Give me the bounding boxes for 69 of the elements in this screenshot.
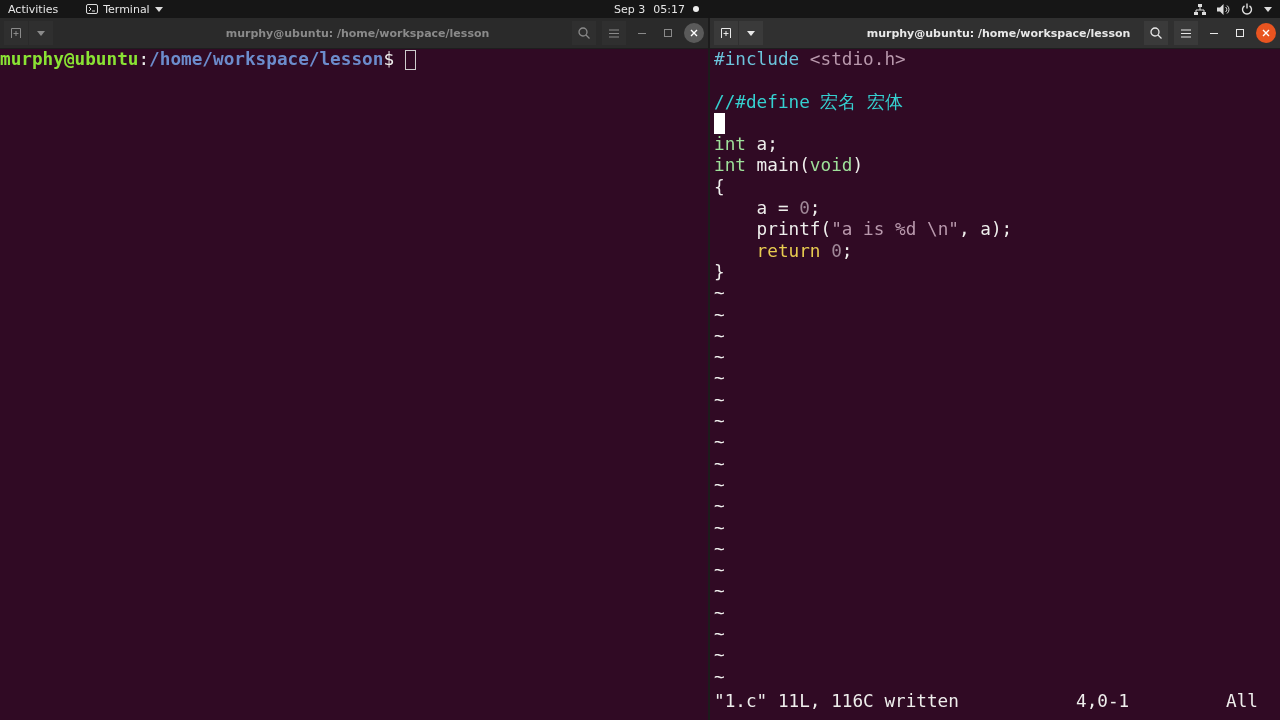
network-icon[interactable] <box>1194 3 1206 15</box>
code-line: int a; <box>714 134 778 156</box>
shell-prompt: murphy@ubuntu:/home/workspace/lesson$ <box>0 49 396 71</box>
menu-icon <box>1181 28 1191 38</box>
code-line: //#define 宏名 宏体 <box>714 91 904 113</box>
tab-menu-button[interactable] <box>739 21 763 45</box>
close-button[interactable] <box>1256 23 1276 43</box>
empty-line-marker: ~ <box>714 602 725 624</box>
empty-line-marker: ~ <box>714 453 725 475</box>
new-tab-button[interactable] <box>4 21 28 45</box>
search-icon <box>578 27 590 39</box>
empty-line-marker: ~ <box>714 517 725 539</box>
notification-dot-icon <box>692 6 699 12</box>
empty-line-marker: ~ <box>714 645 725 667</box>
empty-line-marker: ~ <box>714 368 725 390</box>
code-line: #include <stdio.h> <box>714 49 906 71</box>
empty-line-marker: ~ <box>714 496 725 518</box>
caret-icon[interactable] <box>1264 6 1272 12</box>
caret-icon <box>154 6 163 12</box>
menu-icon <box>609 28 619 38</box>
code-line: a = 0; <box>755 198 821 220</box>
empty-line-marker: ~ <box>714 538 725 561</box>
new-tab-icon <box>720 27 732 39</box>
new-tab-button[interactable] <box>714 21 738 45</box>
window-title: murphy@ubuntu: /home/workspace/lesson <box>865 26 1132 40</box>
new-tab-icon <box>10 27 22 39</box>
terminal-icon <box>86 4 99 14</box>
status-message: "1.c" 11L, 116C written <box>714 690 960 712</box>
tab-menu-button[interactable] <box>29 21 53 45</box>
close-icon <box>1262 29 1270 37</box>
code-line: } <box>714 261 725 284</box>
empty-line-marker: ~ <box>714 581 725 603</box>
empty-line-marker: ~ <box>714 347 725 369</box>
code-line: return 0; <box>755 240 853 262</box>
empty-line-marker: ~ <box>714 624 725 646</box>
clock-date: Sep 3 <box>614 2 646 16</box>
cursor-position: 4,0-1 <box>1076 690 1131 712</box>
empty-line-marker: ~ <box>714 389 725 412</box>
terminal-cursor <box>404 50 416 70</box>
code-line: { <box>714 176 725 199</box>
power-icon[interactable] <box>1241 3 1253 15</box>
caret-icon <box>747 30 755 36</box>
window-title: murphy@ubuntu: /home/workspace/lesson <box>224 26 491 40</box>
close-button[interactable] <box>684 23 704 43</box>
app-menu[interactable]: Terminal <box>86 2 163 16</box>
code-line: int main(void) <box>714 155 864 177</box>
empty-line-marker: ~ <box>714 474 725 497</box>
empty-line-marker: ~ <box>714 411 725 433</box>
search-icon <box>1150 27 1162 39</box>
empty-line-marker: ~ <box>714 666 725 688</box>
empty-line-marker: ~ <box>714 283 725 305</box>
scroll-position: All <box>1226 690 1259 712</box>
minimize-icon <box>638 32 646 34</box>
empty-line-marker: ~ <box>714 432 725 454</box>
maximize-icon <box>1236 29 1244 37</box>
menu-button[interactable] <box>1174 21 1198 45</box>
empty-line-marker: ~ <box>714 325 725 348</box>
volume-icon[interactable] <box>1217 3 1230 15</box>
activities-button[interactable]: Activities <box>8 2 59 16</box>
clock-time: 05:17 <box>653 2 685 16</box>
maximize-icon <box>664 29 672 37</box>
empty-line-marker: ~ <box>714 304 725 326</box>
close-icon <box>690 29 698 37</box>
search-button[interactable] <box>572 21 596 45</box>
search-button[interactable] <box>1144 21 1168 45</box>
empty-line-marker: ~ <box>714 560 725 582</box>
minimize-icon <box>1210 32 1218 34</box>
caret-icon <box>37 30 45 36</box>
code-line: printf("a is %d \n", a); <box>755 219 1013 241</box>
